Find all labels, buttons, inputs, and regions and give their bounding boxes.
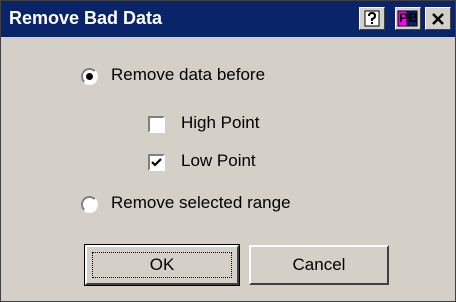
remove-selected-range-label[interactable]: Remove selected range [111, 193, 291, 213]
high-point-label[interactable]: High Point [181, 113, 259, 133]
remove-data-before-radio[interactable] [81, 68, 98, 85]
remove-bad-data-dialog: Remove Bad Data PB Remove data before Hi… [0, 0, 456, 302]
window-title: Remove Bad Data [9, 8, 163, 28]
focus-rect [92, 252, 232, 278]
checkmark-icon [151, 158, 162, 167]
remove-selected-range-radio[interactable] [81, 196, 98, 213]
low-point-label[interactable]: Low Point [181, 151, 256, 171]
help-button[interactable] [359, 7, 385, 30]
cancel-label: Cancel [292, 255, 346, 274]
pb-icon: PB [397, 10, 419, 27]
title-bar[interactable]: Remove Bad Data PB [1, 1, 455, 37]
help-icon [363, 10, 381, 27]
close-button[interactable] [425, 7, 451, 30]
pb-icon-text: PB [399, 10, 420, 25]
high-point-checkbox[interactable] [148, 116, 165, 133]
low-point-checkbox[interactable] [148, 154, 165, 171]
cancel-button[interactable]: Cancel [249, 245, 389, 285]
close-icon [431, 12, 445, 26]
ok-button[interactable]: OK [84, 244, 240, 286]
pb-button[interactable]: PB [395, 7, 421, 30]
remove-data-before-label[interactable]: Remove data before [111, 65, 265, 85]
